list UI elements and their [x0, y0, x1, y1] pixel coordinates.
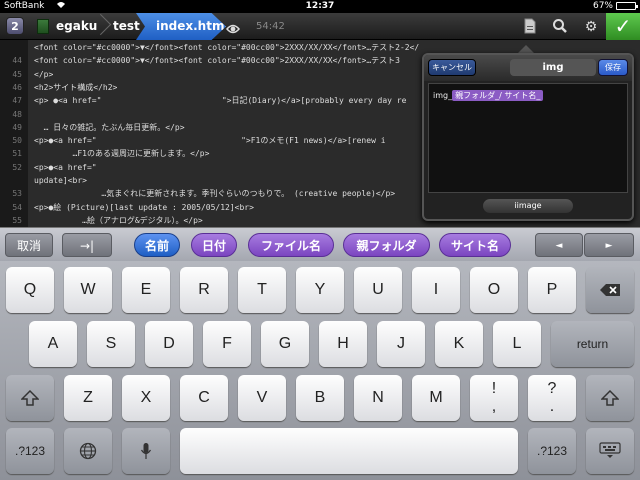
- status-time: 12:37: [305, 1, 335, 11]
- elapsed-time: 54:42: [256, 21, 285, 32]
- cursor-right-button[interactable]: ►: [584, 233, 634, 257]
- backspace-icon[interactable]: [586, 267, 634, 313]
- key-i[interactable]: I: [412, 267, 460, 313]
- folder-icon: [37, 19, 49, 34]
- battery-percent: 67%: [592, 1, 613, 11]
- token-name-button[interactable]: 名前: [134, 233, 180, 257]
- breadcrumb-current-file[interactable]: index.html: [136, 13, 226, 40]
- key-a[interactable]: A: [29, 321, 77, 367]
- key-b[interactable]: B: [296, 375, 344, 421]
- chevron-right-icon: [96, 13, 110, 40]
- checkmark-icon[interactable]: ✓: [606, 13, 640, 40]
- key-t[interactable]: T: [238, 267, 286, 313]
- tab-key-button[interactable]: →|: [62, 233, 112, 257]
- eye-icon[interactable]: [226, 20, 240, 34]
- key-n[interactable]: N: [354, 375, 402, 421]
- template-token[interactable]: 親フォルダ_/ サイト名_: [452, 90, 544, 101]
- key-exclaim-label: !: [491, 380, 497, 397]
- key-f[interactable]: F: [203, 321, 251, 367]
- template-text-field[interactable]: img_ 親フォルダ_/ サイト名_: [428, 83, 628, 193]
- key-s[interactable]: S: [87, 321, 135, 367]
- popover-title: img: [510, 59, 596, 76]
- cancel-token-button[interactable]: 取消: [5, 233, 53, 257]
- keyboard: Q W E R T Y U I O P A S D F G H J K L re…: [0, 261, 640, 480]
- battery-indicator: 67%: [592, 1, 638, 11]
- globe-icon[interactable]: [64, 428, 112, 474]
- document-icon[interactable]: [521, 18, 539, 36]
- key-w[interactable]: W: [64, 267, 112, 313]
- cursor-left-button[interactable]: ◄: [535, 233, 583, 257]
- key-q[interactable]: Q: [6, 267, 54, 313]
- key-c[interactable]: C: [180, 375, 228, 421]
- return-key[interactable]: return: [551, 321, 634, 367]
- key-p[interactable]: P: [528, 267, 576, 313]
- key-question-label: ?: [547, 380, 557, 397]
- numbers-left-key[interactable]: .?123: [6, 428, 54, 474]
- key-g[interactable]: G: [261, 321, 309, 367]
- key-l[interactable]: L: [493, 321, 541, 367]
- token-date-button[interactable]: 日付: [191, 233, 237, 257]
- template-popover: キャンセル img 保存 img_ 親フォルダ_/ サイト名_ iimage: [422, 53, 634, 221]
- key-exclaim-comma[interactable]: ! ,: [470, 375, 518, 421]
- keyboard-dismiss-icon[interactable]: [586, 428, 634, 474]
- key-z[interactable]: Z: [64, 375, 112, 421]
- microphone-icon[interactable]: [122, 428, 170, 474]
- key-d[interactable]: D: [145, 321, 193, 367]
- token-bar: 取消 →| 名前 日付 ファイル名 親フォルダ サイト名 ◄ ►: [0, 227, 640, 261]
- shift-right-icon[interactable]: [586, 375, 634, 421]
- line-code: …絵（アナログ&デジタル）。</p>: [34, 215, 203, 225]
- tabs-icon[interactable]: 2: [6, 17, 24, 35]
- key-j[interactable]: J: [377, 321, 425, 367]
- status-bar: SoftBank 12:37 67%: [0, 0, 640, 13]
- breadcrumb-test[interactable]: test: [113, 13, 140, 40]
- key-y[interactable]: Y: [296, 267, 344, 313]
- key-u[interactable]: U: [354, 267, 402, 313]
- key-period-label: .: [549, 398, 555, 415]
- key-x[interactable]: X: [122, 375, 170, 421]
- token-site-name-button[interactable]: サイト名: [439, 233, 511, 257]
- key-question-period[interactable]: ? .: [528, 375, 576, 421]
- token-filename-button[interactable]: ファイル名: [248, 233, 334, 257]
- space-bar[interactable]: [180, 428, 518, 474]
- key-h[interactable]: H: [319, 321, 367, 367]
- template-name-button[interactable]: iimage: [482, 198, 574, 214]
- current-file-label: index.html: [156, 19, 229, 33]
- save-button[interactable]: 保存: [598, 59, 628, 76]
- key-r[interactable]: R: [180, 267, 228, 313]
- template-prefix: img_: [433, 91, 453, 100]
- key-e[interactable]: E: [122, 267, 170, 313]
- shift-left-icon[interactable]: [6, 375, 54, 421]
- key-v[interactable]: V: [238, 375, 286, 421]
- cancel-button[interactable]: キャンセル: [428, 59, 476, 76]
- key-m[interactable]: M: [412, 375, 460, 421]
- token-parent-folder-button[interactable]: 親フォルダ: [343, 233, 430, 257]
- numbers-right-key[interactable]: .?123: [528, 428, 576, 474]
- battery-icon: [616, 2, 638, 10]
- gear-icon[interactable]: ⚙: [582, 18, 600, 36]
- popover-header: キャンセル img 保存: [424, 55, 632, 81]
- key-comma-label: ,: [491, 398, 497, 415]
- key-k[interactable]: K: [435, 321, 483, 367]
- line-number: 55: [12, 215, 22, 225]
- key-o[interactable]: O: [470, 267, 518, 313]
- search-icon[interactable]: [551, 18, 569, 36]
- toolbar: 2 egaku test index.html 54:42 ⚙ ✓: [0, 13, 640, 40]
